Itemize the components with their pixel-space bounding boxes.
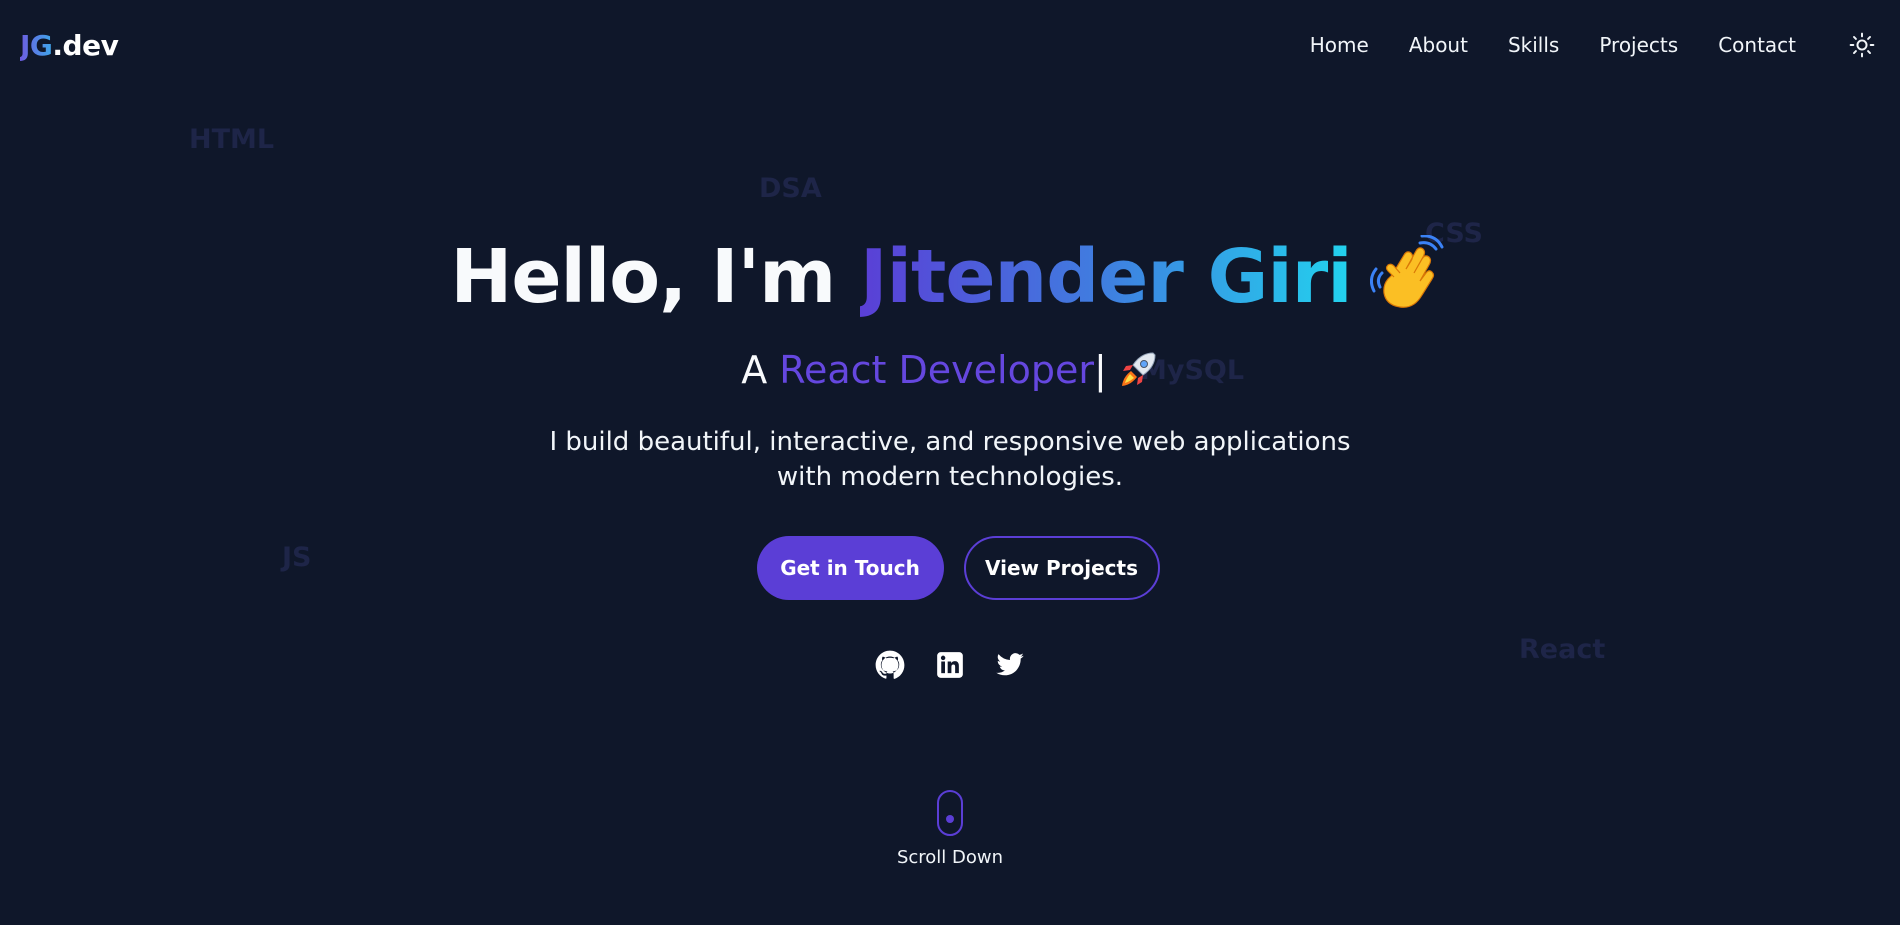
rocket-icon [1119,349,1159,389]
waving-hand-icon [1369,234,1450,315]
view-projects-button[interactable]: View Projects [963,536,1160,600]
subtitle-prefix: A [741,348,780,392]
typing-cursor: | [1093,348,1107,392]
social-links [0,650,1900,680]
hero-title: Hello, I'm Jitender Giri [0,232,1900,322]
twitter-link[interactable] [995,650,1025,680]
linkedin-icon [937,652,963,678]
mouse-wheel-dot [946,815,954,823]
twitter-icon [996,653,1024,676]
github-link[interactable] [875,650,905,680]
hero-description: I build beautiful, interactive, and resp… [549,427,1351,492]
hero-buttons: Get in Touch View Projects [0,536,1900,600]
hero-name: Jitender Giri [860,234,1353,320]
mouse-icon [937,790,963,836]
hero-section: Hello, I'm Jitender Giri A React Develop… [0,0,1900,925]
hero-subtitle: A React Developer| [0,345,1900,395]
get-in-touch-button[interactable]: Get in Touch [756,536,944,600]
hero-greeting: Hello, I'm [450,234,861,320]
github-icon [875,650,905,679]
subtitle-role: React Developer [779,348,1094,392]
page: HTML DSA CSS MySQL JS React JG.dev Home … [0,0,1900,925]
scroll-down-indicator[interactable]: Scroll Down [885,790,1015,868]
linkedin-link[interactable] [935,650,965,680]
scroll-down-label: Scroll Down [896,847,1004,868]
